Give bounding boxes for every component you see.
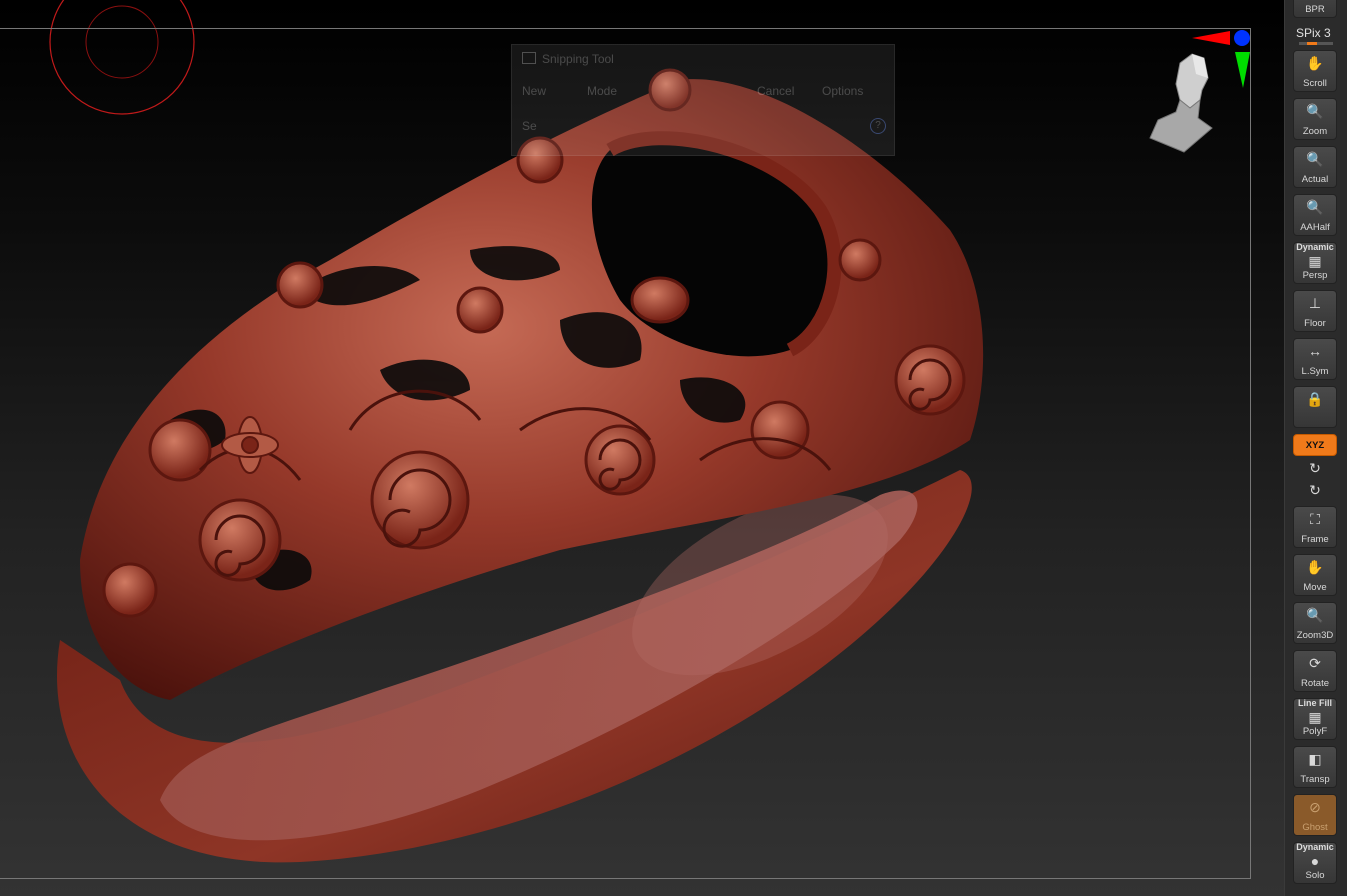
new-snip-button[interactable]: New [522, 84, 546, 98]
tool-aahalf-button[interactable]: 🔍 AAHalf [1293, 194, 1337, 236]
tool-ghost-button[interactable]: ⊘ Ghost [1293, 794, 1337, 836]
navigation-gizmo[interactable] [1140, 28, 1260, 158]
tool-solo-label: Solo [1305, 870, 1325, 881]
tool-polyf-top-label: Line Fill [1297, 698, 1332, 708]
magnifier-actual-icon: 🔍 [1306, 151, 1324, 167]
tool-frame-label: Frame [1301, 534, 1329, 545]
tool-move-button[interactable]: ✋ Move [1293, 554, 1337, 596]
spix-slider[interactable] [1299, 42, 1333, 45]
scissors-icon [522, 52, 536, 64]
tool-rot-y-button[interactable]: ↻ [1293, 460, 1337, 476]
ghost-icon: ⊘ [1309, 799, 1321, 815]
snipping-tool-window[interactable]: Snipping Tool New Mode Cancel Options Se… [511, 44, 895, 156]
tool-move-label: Move [1303, 582, 1327, 593]
tool-ghost-label: Ghost [1302, 822, 1328, 833]
tool-actual-button[interactable]: 🔍 Actual [1293, 146, 1337, 188]
spix-label: SPix 3 [1296, 26, 1331, 40]
local-symmetry-icon: ↔ [1308, 343, 1322, 359]
tool-scroll-button[interactable]: ✋ Scroll [1293, 50, 1337, 92]
tool-floor-label: Floor [1304, 318, 1326, 329]
tool-zoom-button[interactable]: 🔍 Zoom [1293, 98, 1337, 140]
tool-polyf-button[interactable]: Line Fill ▦ PolyF [1293, 698, 1337, 740]
snipping-tool-hint: Se [522, 119, 537, 133]
tool-xyz-button[interactable]: XYZ [1293, 434, 1337, 456]
tool-transp-label: Transp [1300, 774, 1330, 785]
tool-rotate-button[interactable]: ⟳ Rotate [1293, 650, 1337, 692]
tool-polyf-label: PolyF [1302, 726, 1328, 737]
magnifier-zoom-icon: 🔍 [1306, 103, 1324, 119]
frame-icon: ⛶ [1310, 511, 1320, 527]
tool-persp-label: Persp [1302, 270, 1328, 281]
y-axis-arrow [1235, 52, 1250, 88]
snipping-tool-title: Snipping Tool [522, 52, 614, 66]
hand-scroll-icon: ✋ [1306, 55, 1324, 71]
transparency-icon: ◧ [1308, 751, 1322, 767]
tool-rotate-label: Rotate [1301, 678, 1329, 689]
tool-solo-button[interactable]: Dynamic ● Solo [1293, 842, 1337, 884]
tool-persp-top-label: Dynamic [1296, 242, 1334, 252]
magnifier-aahalf-icon: 🔍 [1306, 199, 1324, 215]
help-icon[interactable]: ? [870, 118, 886, 134]
options-button[interactable]: Options [822, 84, 863, 98]
cancel-button[interactable]: Cancel [757, 84, 794, 98]
hand-move-icon: ✋ [1306, 559, 1324, 575]
floor-grid-icon: ⊥ [1308, 295, 1322, 311]
tool-lsym-button[interactable]: ↔ L.Sym [1293, 338, 1337, 380]
mode-button[interactable]: Mode [587, 84, 617, 98]
tool-floor-button[interactable]: ⊥ Floor [1293, 290, 1337, 332]
rotate-z-icon: ↻ [1309, 482, 1321, 498]
head-icon [1149, 53, 1213, 153]
tool-zoom3d-label: Zoom3D [1296, 630, 1334, 641]
tool-frame-button[interactable]: ⛶ Frame [1293, 506, 1337, 548]
z-axis-dot [1234, 30, 1250, 46]
tool-solo-top-label: Dynamic [1296, 842, 1334, 852]
tool-scroll-label: Scroll [1303, 78, 1327, 89]
rotate-icon: ⟳ [1309, 655, 1321, 671]
tool-transp-button[interactable]: ◧ Transp [1293, 746, 1337, 788]
tool-persp-button[interactable]: Dynamic ▦ Persp [1293, 242, 1337, 284]
snipping-tool-toolbar: New Mode Cancel Options [512, 79, 894, 105]
rotate-y-icon: ↻ [1309, 460, 1321, 476]
bpr-button[interactable]: BPR [1293, 0, 1337, 18]
zoom3d-icon: 🔍 [1306, 607, 1324, 623]
camera-lock-icon: 🔒 [1306, 391, 1324, 407]
tool-aahalf-label: AAHalf [1300, 222, 1330, 233]
document-viewport[interactable]: Snipping Tool New Mode Cancel Options Se… [0, 0, 1284, 896]
tool-actual-label: Actual [1301, 174, 1329, 185]
spix-slider-thumb[interactable] [1307, 42, 1317, 45]
x-axis-arrow [1192, 31, 1230, 45]
tool-lsym-label: L.Sym [1301, 366, 1329, 377]
tool-rot-z-button[interactable]: ↻ [1293, 482, 1337, 498]
tool-xyz-label: XYZ [1305, 440, 1325, 451]
tool-lock-button[interactable]: 🔒 [1293, 386, 1337, 428]
tool-zoom-label: Zoom [1302, 126, 1328, 137]
tool-zoom3d-button[interactable]: 🔍 Zoom3D [1293, 602, 1337, 644]
